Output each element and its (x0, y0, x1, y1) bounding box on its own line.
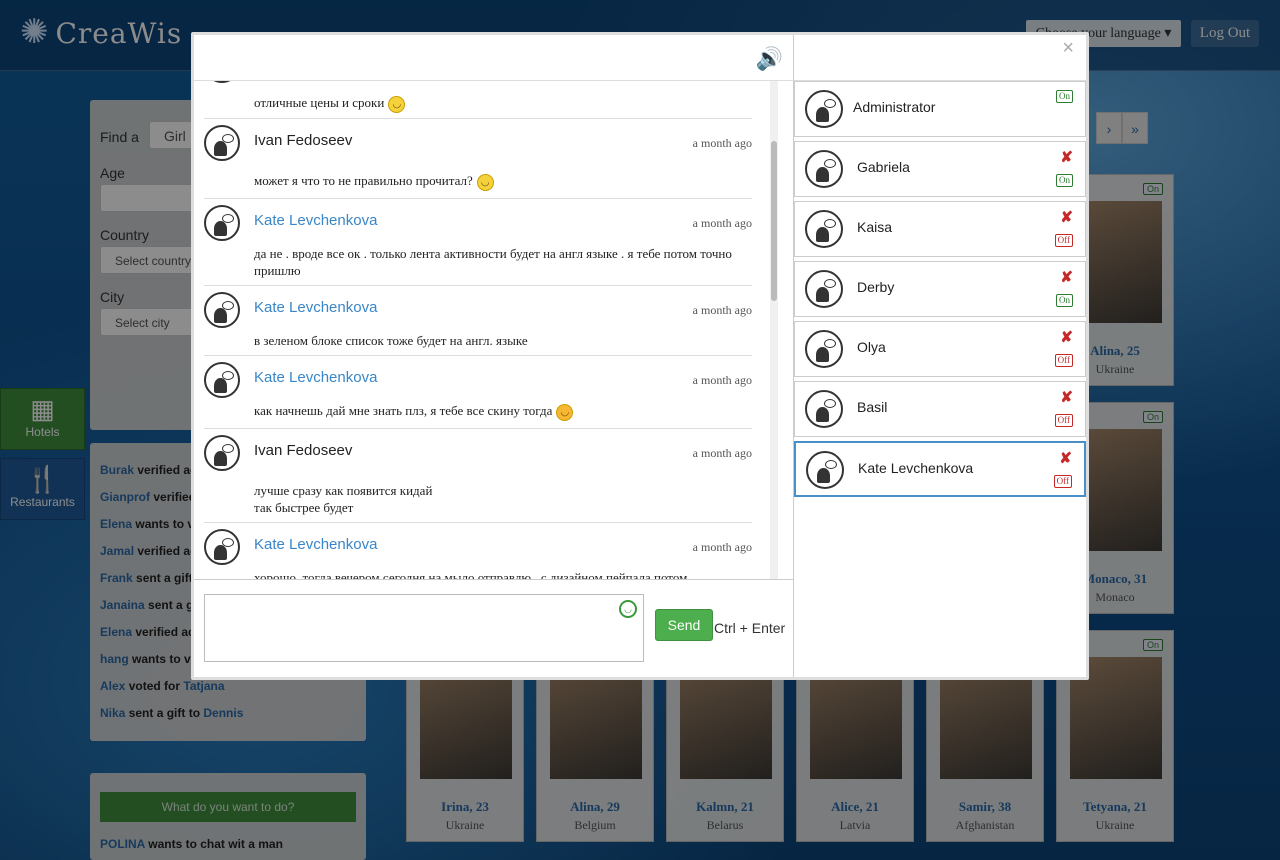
delete-contact-icon[interactable]: ✘ (1060, 208, 1073, 226)
contact-name: Basil (857, 399, 888, 415)
message-time: a month ago (692, 136, 752, 150)
message-author-link[interactable]: Kate Levchenkova (254, 369, 377, 386)
message-author-link[interactable]: Kate Levchenkova (254, 299, 377, 316)
message-scrollbar-thumb[interactable] (771, 141, 777, 301)
message-text: отличные цены и сроки ◡ (254, 94, 744, 113)
message-text: лучше сразу как появится кидай так быстр… (254, 483, 433, 515)
user-avatar-icon (204, 81, 240, 83)
send-button[interactable]: Send (655, 609, 713, 641)
message-text: да не . вроде все ок . только лента акти… (254, 246, 732, 278)
message-item: Ivan Fedoseev a month ago лучше сразу ка… (204, 429, 752, 523)
message-item: Kate Levchenkova a month ago да не . вро… (204, 199, 752, 286)
message-text: как начнешь дай мне знать плз, я тебе вс… (254, 402, 744, 421)
user-avatar-icon (805, 390, 843, 428)
contact-name: Kate Levchenkova (858, 460, 974, 476)
status-badge: On (1056, 294, 1073, 307)
contact-name: Olya (857, 339, 886, 355)
status-badge: Off (1054, 414, 1073, 427)
smiley-icon: ◡ (388, 95, 406, 113)
contact-item[interactable]: Gabriela ✘ On (794, 141, 1086, 197)
message-text: в зеленом блоке список тоже будет на анг… (254, 333, 528, 348)
close-button[interactable]: × (1062, 37, 1074, 60)
user-avatar-icon (805, 330, 843, 368)
delete-contact-icon[interactable]: ✘ (1060, 328, 1073, 346)
message-time: a month ago (692, 446, 752, 460)
message-item: Kate Levchenkova a month ago хорошо, тог… (204, 523, 752, 579)
admin-avatar-icon (805, 90, 843, 128)
delete-contact-icon[interactable]: ✘ (1059, 449, 1072, 467)
message-author-link[interactable]: Kate Levchenkova (254, 212, 377, 229)
delete-contact-icon[interactable]: ✘ (1060, 148, 1073, 166)
contact-item-active[interactable]: Kate Levchenkova ✘ Off (794, 441, 1086, 497)
message-author: Ivan Fedoseev (254, 442, 353, 459)
message-time: a month ago (692, 216, 752, 230)
status-badge: Off (1053, 475, 1072, 488)
user-avatar-icon (204, 125, 240, 161)
status-badge: On (1056, 174, 1073, 187)
message-time: a month ago (692, 303, 752, 317)
status-badge: Off (1054, 234, 1073, 247)
speaker-icon[interactable]: 🔊 (756, 46, 783, 72)
contact-list: Administrator On Gabriela ✘ On Kaisa ✘ O… (794, 81, 1086, 677)
user-avatar-icon (204, 435, 240, 471)
chat-modal: 🔊 × отличные цены и сроки ◡ Ivan Fedoseev… (191, 32, 1089, 680)
contact-name: Kaisa (857, 219, 893, 235)
user-avatar-icon (805, 270, 843, 308)
delete-contact-icon[interactable]: ✘ (1060, 388, 1073, 406)
smiley-icon: ◡ (476, 173, 494, 191)
message-author-link[interactable]: Kate Levchenkova (254, 536, 377, 553)
contact-item[interactable]: Derby ✘ On (794, 261, 1086, 317)
user-avatar-icon (805, 150, 843, 188)
chat-header: 🔊 (194, 35, 794, 81)
message-item: отличные цены и сроки ◡ (204, 81, 752, 119)
message-time: a month ago (692, 540, 752, 554)
delete-contact-icon[interactable]: ✘ (1060, 268, 1073, 286)
message-list: отличные цены и сроки ◡ Ivan Fedoseev a m… (194, 81, 794, 579)
contact-item[interactable]: Kaisa ✘ Off (794, 201, 1086, 257)
message-input[interactable] (204, 594, 644, 662)
contact-item[interactable]: Olya ✘ Off (794, 321, 1086, 377)
contacts-header: × (794, 35, 1086, 81)
contact-item[interactable]: Administrator On (794, 81, 1086, 137)
contact-name: Derby (857, 279, 895, 295)
message-item: Ivan Fedoseev a month ago может я что то… (204, 119, 752, 199)
status-badge: On (1056, 90, 1073, 103)
contact-name: Administrator (853, 99, 936, 115)
status-badge: Off (1054, 354, 1073, 367)
message-item: Kate Levchenkova a month ago в зеленом б… (204, 286, 752, 356)
compose-area: ◡ Send Ctrl + Enter (194, 579, 794, 677)
message-author: Ivan Fedoseev (254, 132, 353, 149)
contact-name: Gabriela (857, 159, 910, 175)
send-shortcut-hint: Ctrl + Enter (714, 620, 786, 636)
message-text: хорошо, тогда вечером сегодня на мыло от… (254, 570, 688, 579)
user-avatar-icon (805, 210, 843, 248)
user-avatar-icon (204, 362, 240, 398)
contact-item[interactable]: Basil ✘ Off (794, 381, 1086, 437)
user-avatar-icon (204, 205, 240, 241)
user-avatar-icon (806, 451, 844, 489)
user-avatar-icon (204, 529, 240, 565)
user-avatar-icon (204, 292, 240, 328)
message-item: Kate Levchenkova a month ago как начнешь… (204, 356, 752, 429)
message-text: может я что то не правильно прочитал? ◡ (254, 172, 744, 191)
tongue-smiley-icon: ◡ (556, 403, 574, 421)
message-time: a month ago (692, 373, 752, 387)
emoji-picker-icon[interactable]: ◡ (619, 600, 637, 618)
